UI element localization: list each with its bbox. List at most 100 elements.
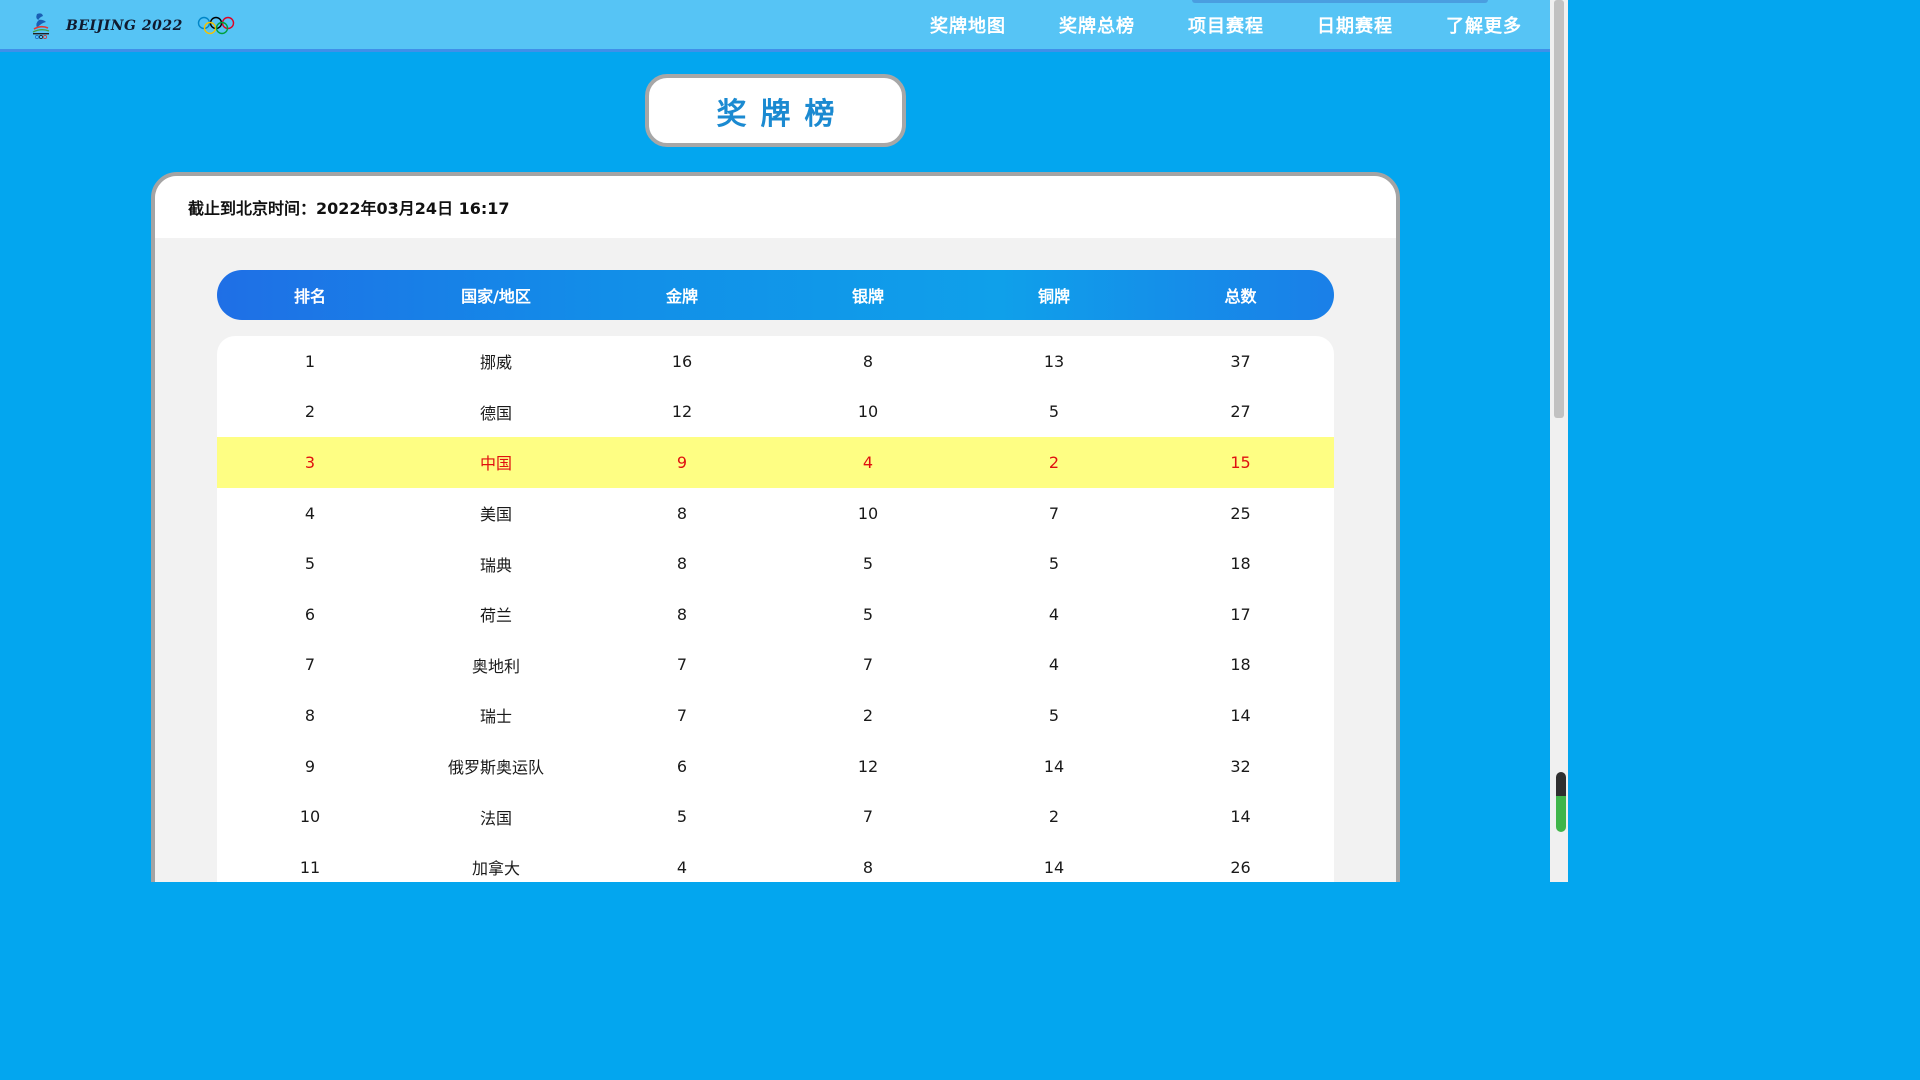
- cell-gold: 8: [676, 604, 688, 624]
- cell-total: 32: [1230, 756, 1251, 776]
- nav-date-schedule[interactable]: 日期赛程: [1317, 12, 1393, 38]
- cell-country: 奥地利: [471, 656, 520, 676]
- cell-country: 美国: [479, 505, 512, 525]
- table-row[interactable]: 7 奥地利 7 7 4 18: [217, 640, 1334, 691]
- cell-country: 瑞士: [479, 707, 512, 727]
- cell-total: 25: [1230, 503, 1251, 523]
- cell-silver: 10: [857, 402, 879, 422]
- cell-country: 俄罗斯奥运队: [447, 758, 544, 778]
- cell-total: 37: [1230, 351, 1251, 371]
- floating-side-widget[interactable]: [1556, 772, 1566, 832]
- cell-total: 14: [1230, 807, 1251, 827]
- cell-rank: 11: [299, 857, 321, 877]
- nav-event-schedule[interactable]: 项目赛程: [1188, 12, 1264, 38]
- cell-total: 18: [1230, 655, 1251, 675]
- cell-gold: 12: [671, 402, 693, 422]
- nav-learn-more[interactable]: 了解更多: [1446, 12, 1522, 38]
- cell-gold: 4: [676, 857, 688, 877]
- scrollbar-thumb[interactable]: [1554, 0, 1564, 418]
- table-row[interactable]: 10 法国 5 7 2 14: [217, 791, 1334, 842]
- cell-bronze: 2: [1048, 452, 1060, 472]
- cell-rank: 7: [304, 655, 316, 675]
- cell-rank: 2: [304, 402, 316, 422]
- cell-rank: 4: [304, 503, 316, 523]
- cell-gold: 16: [671, 351, 693, 371]
- olympic-rings-icon: [197, 16, 235, 35]
- beijing-2022-emblem-icon: [32, 13, 50, 39]
- cell-silver: 12: [857, 756, 879, 776]
- top-navigation-bar: BEIJING 2022 奖牌地图 奖牌总榜 项目赛程 日期赛程 了解更多: [0, 0, 1550, 52]
- nav-medal-total[interactable]: 奖牌总榜: [1059, 12, 1135, 38]
- cell-bronze: 14: [1043, 857, 1065, 877]
- medal-table-page: BEIJING 2022 奖牌地图 奖牌总榜 项目赛程 日期赛程 了解更多 奖牌…: [0, 0, 1568, 882]
- cell-rank: 3: [304, 452, 316, 472]
- cell-country: 荷兰: [479, 606, 512, 626]
- cell-rank: 5: [304, 554, 316, 574]
- table-row[interactable]: 9 俄罗斯奥运队 6 12 14 32: [217, 741, 1334, 792]
- cell-total: 17: [1230, 604, 1251, 624]
- cell-total: 14: [1230, 705, 1251, 725]
- update-timestamp: 截止到北京时间：2022年03月24日 16:17: [188, 199, 510, 218]
- column-header-total: 总数: [1224, 287, 1257, 306]
- table-row[interactable]: 11 加拿大 4 8 14 26: [217, 842, 1334, 882]
- cell-gold: 7: [676, 705, 688, 725]
- cell-bronze: 14: [1043, 756, 1065, 776]
- cell-country: 挪威: [479, 353, 512, 373]
- cell-bronze: 5: [1048, 554, 1060, 574]
- cell-country: 瑞典: [479, 555, 512, 575]
- medal-table-panel: 截止到北京时间：2022年03月24日 16:17 排名 国家/地区 金牌 银牌…: [151, 172, 1400, 882]
- cell-silver: 10: [857, 503, 879, 523]
- cell-total: 26: [1230, 857, 1251, 877]
- table-row[interactable]: 8 瑞士 7 2 5 14: [217, 690, 1334, 741]
- table-row[interactable]: 4 美国 8 10 7 25: [217, 488, 1334, 539]
- table-row[interactable]: 1 挪威 16 8 13 37: [217, 336, 1334, 387]
- column-header-gold: 金牌: [665, 287, 698, 306]
- cell-bronze: 4: [1048, 604, 1060, 624]
- cell-total: 27: [1230, 402, 1251, 422]
- cell-bronze: 7: [1048, 503, 1060, 523]
- page-title-badge: 奖牌榜: [645, 74, 906, 147]
- cell-bronze: 5: [1048, 402, 1060, 422]
- cell-silver: 8: [862, 857, 874, 877]
- cell-gold: 5: [676, 807, 688, 827]
- cell-gold: 6: [676, 756, 688, 776]
- cell-rank: 8: [304, 705, 316, 725]
- cell-total: 18: [1230, 554, 1251, 574]
- cell-gold: 9: [676, 452, 688, 472]
- cell-silver: 7: [862, 807, 874, 827]
- cell-bronze: 5: [1048, 705, 1060, 725]
- cell-country: 加拿大: [471, 859, 520, 879]
- vertical-scrollbar[interactable]: [1550, 0, 1568, 882]
- cell-bronze: 2: [1048, 807, 1060, 827]
- nav-medal-map[interactable]: 奖牌地图: [930, 12, 1006, 38]
- cell-bronze: 13: [1043, 351, 1065, 371]
- cell-rank: 10: [299, 807, 321, 827]
- column-header-rank: 排名: [293, 287, 326, 306]
- cell-rank: 1: [304, 351, 316, 371]
- brand-wordmark: BEIJING 2022: [66, 18, 183, 34]
- cell-silver: 7: [862, 655, 874, 675]
- cell-silver: 5: [862, 604, 874, 624]
- column-header-country: 国家/地区: [461, 287, 531, 306]
- cell-gold: 8: [676, 554, 688, 574]
- column-header-bronze: 铜牌: [1037, 287, 1070, 306]
- table-body: 1 挪威 16 8 13 37 2 德国 12 10 5 27 3 中国 9 4 2 15 4 美国 8 10 7 25 5 瑞典…: [217, 336, 1334, 882]
- cell-silver: 4: [862, 452, 874, 472]
- cell-country: 德国: [479, 403, 512, 423]
- table-header: 排名 国家/地区 金牌 银牌 铜牌 总数: [217, 270, 1334, 320]
- cell-country: 中国: [479, 454, 512, 474]
- brand-logo[interactable]: BEIJING 2022: [28, 10, 235, 42]
- panel-header: 截止到北京时间：2022年03月24日 16:17: [155, 176, 1396, 238]
- cell-silver: 8: [862, 351, 874, 371]
- table-row[interactable]: 2 德国 12 10 5 27: [217, 387, 1334, 438]
- cell-rank: 6: [304, 604, 316, 624]
- column-header-silver: 银牌: [851, 287, 884, 306]
- table-row-highlighted[interactable]: 3 中国 9 4 2 15: [217, 437, 1334, 488]
- main-nav: 奖牌地图 奖牌总榜 项目赛程 日期赛程 了解更多: [877, 0, 1522, 50]
- cell-bronze: 4: [1048, 655, 1060, 675]
- cell-rank: 9: [304, 756, 316, 776]
- cell-silver: 2: [862, 705, 874, 725]
- table-row[interactable]: 5 瑞典 8 5 5 18: [217, 538, 1334, 589]
- page-title: 奖牌榜: [716, 96, 849, 132]
- table-row[interactable]: 6 荷兰 8 5 4 17: [217, 589, 1334, 640]
